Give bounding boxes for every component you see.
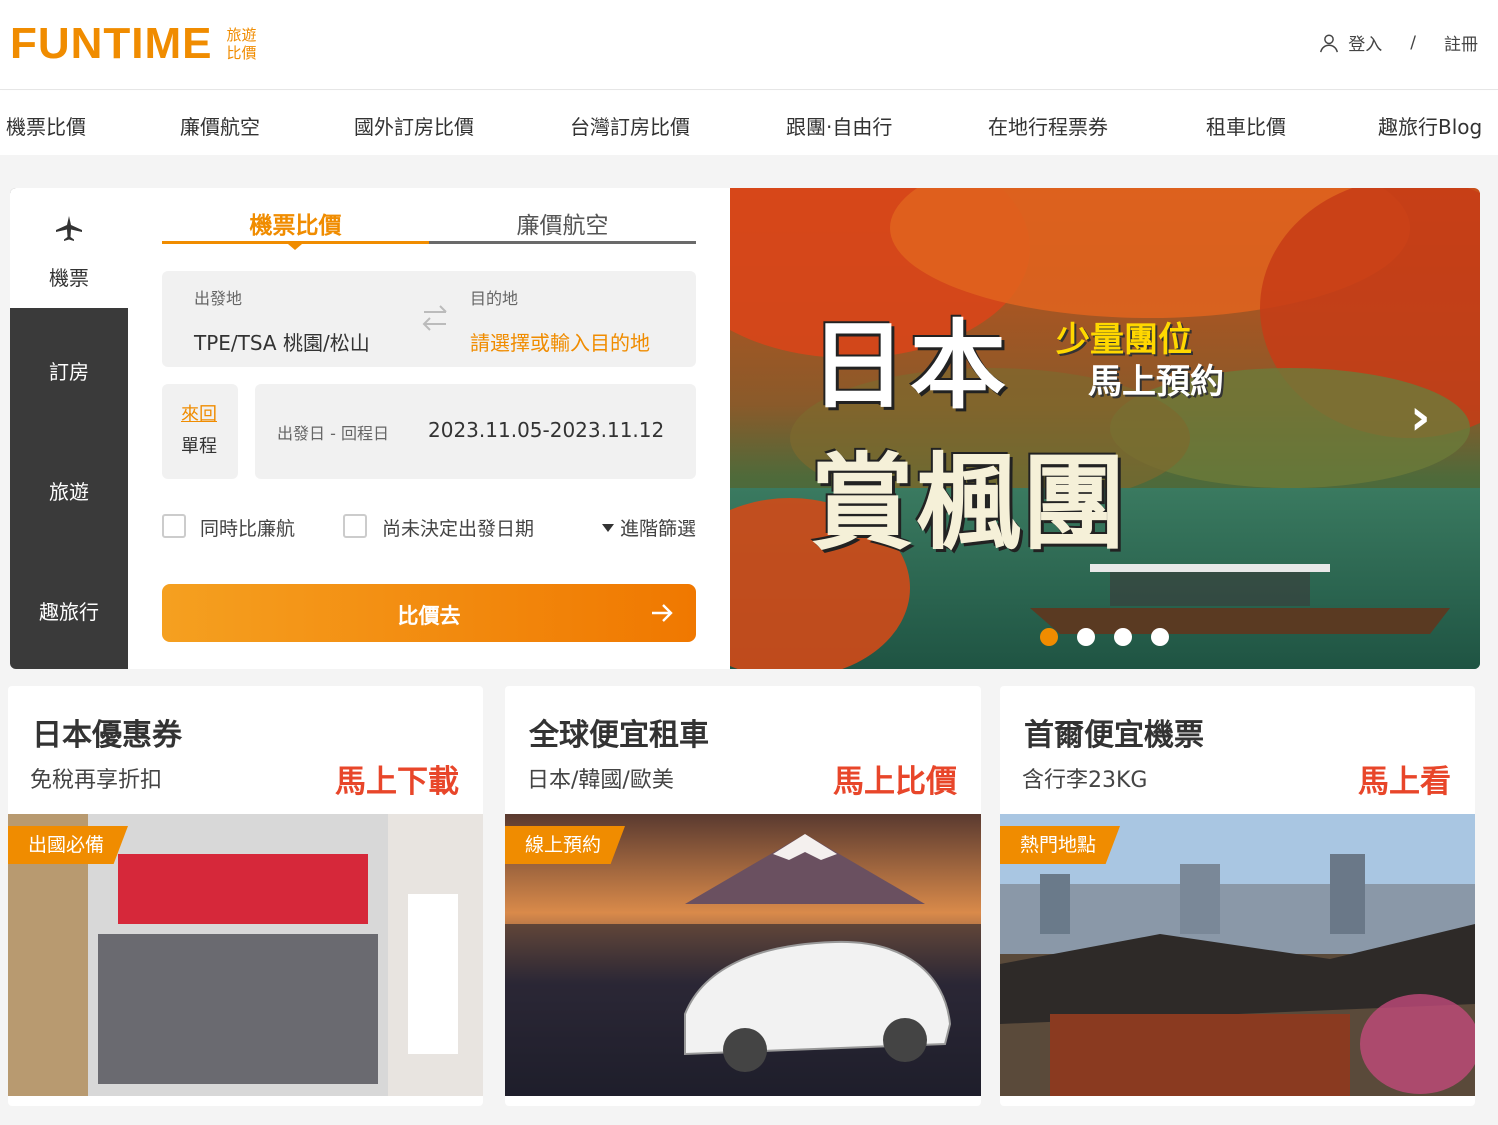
trip-oneway[interactable]: 單程 xyxy=(181,432,217,458)
promo-title: 全球便宜租車 xyxy=(529,718,709,753)
origin-label: 出發地 xyxy=(194,289,243,308)
category-sidebar: 機票 訂房 旅遊 趣旅行 xyxy=(10,188,128,669)
search-options: 同時比廉航 尚未決定出發日期 進階篩選 xyxy=(162,514,696,540)
carousel-dot-4[interactable] xyxy=(1151,628,1169,646)
nav-blog[interactable]: 趣旅行Blog xyxy=(1378,111,1482,140)
register-link[interactable]: 註冊 xyxy=(1444,30,1478,55)
carousel-dot-2[interactable] xyxy=(1077,628,1095,646)
compare-lcc-checkbox[interactable] xyxy=(162,514,186,538)
hero-banner[interactable]: 日本 賞楓團 少量團位 馬上預約 › xyxy=(730,188,1480,669)
tab-lcc[interactable]: 廉價航空 xyxy=(429,206,696,240)
nav-lcc[interactable]: 廉價航空 xyxy=(180,111,260,140)
logo[interactable]: FUNTIME 旅遊 比價 xyxy=(10,22,257,66)
sidebar-item-fun[interactable]: 趣旅行 xyxy=(10,596,128,625)
promo-cta[interactable]: 馬上比價 xyxy=(833,756,957,801)
logo-sub-1: 旅遊 xyxy=(226,26,257,44)
banner-title-2: 賞楓團 xyxy=(810,441,1129,564)
nav-tw-hotel[interactable]: 台灣訂房比價 xyxy=(570,111,690,140)
nav-local-tickets[interactable]: 在地行程票券 xyxy=(988,111,1108,140)
promo-subtitle: 含行李23KG xyxy=(1022,768,1148,793)
login-link[interactable]: 登入 xyxy=(1348,30,1382,55)
undecided-date-checkbox[interactable] xyxy=(343,514,367,538)
active-tab-caret xyxy=(288,244,302,250)
tab-flight-compare[interactable]: 機票比價 xyxy=(162,206,429,240)
carousel-dot-3[interactable] xyxy=(1114,628,1132,646)
user-icon xyxy=(1320,33,1339,52)
promo-card-japan-coupon[interactable]: 日本優惠券 免稅再享折扣 馬上下載 出國必備 xyxy=(8,686,483,1106)
sidebar-item-flight[interactable]: 機票 xyxy=(10,188,128,308)
main-nav: 機票比價 廉價航空 國外訂房比價 台灣訂房比價 跟團·自由行 在地行程票券 租車… xyxy=(0,91,1498,155)
promo-subtitle: 免稅再享折扣 xyxy=(30,768,163,793)
caret-down-icon xyxy=(601,523,614,532)
search-panel: 機票 訂房 旅遊 趣旅行 機票比價 廉價航空 出發地 TPE/TSA 桃園/松山… xyxy=(10,188,730,669)
banner-title-1: 日本 xyxy=(810,309,1010,422)
nav-tours[interactable]: 跟團·自由行 xyxy=(786,111,892,140)
nav-flight-compare[interactable]: 機票比價 xyxy=(6,111,86,140)
search-tabs: 機票比價 廉價航空 xyxy=(162,206,696,250)
promo-cta[interactable]: 馬上下載 xyxy=(335,756,459,801)
logo-subtitle: 旅遊 比價 xyxy=(227,26,257,62)
sidebar-flight-label: 機票 xyxy=(49,266,89,290)
logo-text: FUNTIME xyxy=(10,19,213,68)
arrow-right-icon xyxy=(652,604,673,622)
auth-separator: / xyxy=(1410,32,1416,53)
destination-label: 目的地 xyxy=(470,289,519,308)
plane-icon xyxy=(56,216,82,241)
trip-roundtrip[interactable]: 來回 xyxy=(181,400,217,426)
nav-intl-hotel[interactable]: 國外訂房比價 xyxy=(354,111,474,140)
trip-type-selector: 來回 單程 xyxy=(162,384,238,479)
promo-subtitle: 日本/韓國/歐美 xyxy=(527,768,674,793)
promo-title: 日本優惠券 xyxy=(32,718,182,753)
sidebar-item-travel[interactable]: 旅遊 xyxy=(10,476,128,505)
sidebar-item-hotel[interactable]: 訂房 xyxy=(10,356,128,385)
origin-field[interactable]: TPE/TSA 桃園/松山 xyxy=(194,327,370,356)
promo-title: 首爾便宜機票 xyxy=(1024,718,1204,753)
banner-tag-2: 馬上預約 xyxy=(1088,362,1224,402)
promo-card-seoul-flight[interactable]: 首爾便宜機票 含行李23KG 馬上看 熱門地點 xyxy=(1000,686,1475,1106)
promo-cta[interactable]: 馬上看 xyxy=(1358,756,1451,801)
date-field[interactable]: 出發日 - 回程日 2023.11.05-2023.11.12 xyxy=(255,384,696,479)
route-fields: 出發地 TPE/TSA 桃園/松山 目的地 請選擇或輸入目的地 xyxy=(162,271,696,367)
auth-links: 登入 / 註冊 xyxy=(1318,30,1478,55)
promo-ribbon: 熱門地點 xyxy=(1000,826,1121,864)
compare-lcc-label[interactable]: 同時比廉航 xyxy=(200,514,295,541)
carousel-dots xyxy=(1040,628,1188,646)
carousel-next-button[interactable]: › xyxy=(1410,388,1431,446)
promo-ribbon: 線上預約 xyxy=(505,826,626,864)
search-submit-button[interactable]: 比價去 xyxy=(162,584,696,642)
date-label: 出發日 - 回程日 xyxy=(277,424,389,443)
swap-icon[interactable] xyxy=(420,301,450,335)
logo-sub-2: 比價 xyxy=(226,44,257,62)
advanced-filter-label: 進階篩選 xyxy=(619,518,696,540)
date-value: 2023.11.05-2023.11.12 xyxy=(428,418,665,442)
promo-ribbon: 出國必備 xyxy=(8,826,129,864)
destination-field[interactable]: 請選擇或輸入目的地 xyxy=(470,327,650,356)
undecided-date-label[interactable]: 尚未決定出發日期 xyxy=(382,514,534,541)
advanced-filter-toggle[interactable]: 進階篩選 xyxy=(601,514,696,541)
promo-card-car-rental[interactable]: 全球便宜租車 日本/韓國/歐美 馬上比價 線上預約 xyxy=(505,686,981,1106)
nav-car-rental[interactable]: 租車比價 xyxy=(1206,111,1286,140)
search-submit-label: 比價去 xyxy=(397,604,461,628)
carousel-dot-1[interactable] xyxy=(1040,628,1058,646)
site-header: FUNTIME 旅遊 比價 登入 / 註冊 xyxy=(0,0,1498,90)
